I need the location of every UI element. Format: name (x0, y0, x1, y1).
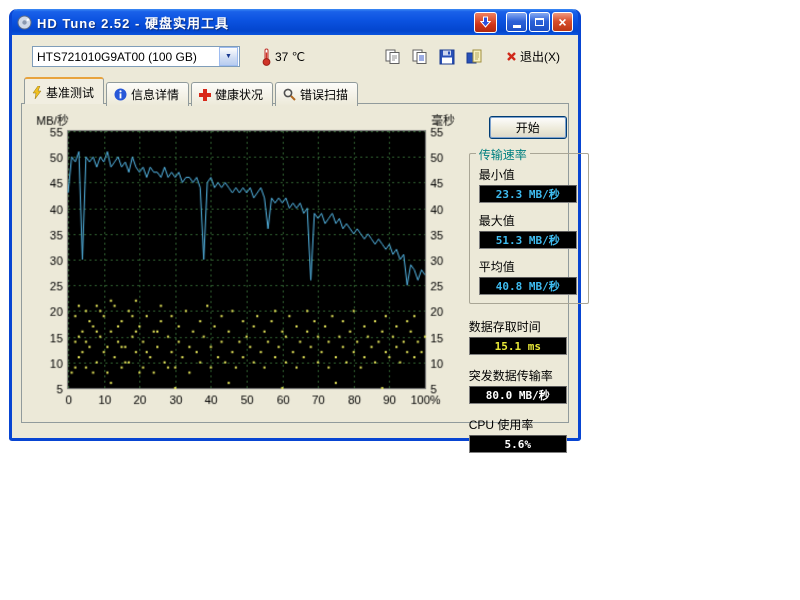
tab-health-label: 健康状况 (215, 86, 263, 103)
tab-info[interactable]: 信息详情 (106, 82, 189, 106)
access-time-value: 15.1 ms (469, 337, 567, 355)
max-value: 51.3 MB/秒 (479, 231, 577, 249)
health-cross-icon (199, 89, 211, 101)
maximize-button[interactable] (529, 12, 550, 32)
min-stat: 最小值 23.3 MB/秒 (479, 166, 579, 203)
thermometer-icon (262, 48, 271, 66)
copy-icon (385, 49, 401, 65)
burst-rate-stat: 突发数据传输率 80.0 MB/秒 (469, 367, 589, 404)
tab-benchmark[interactable]: 基准测试 (24, 77, 104, 104)
close-icon: × (558, 15, 566, 29)
access-time-stat: 数据存取时间 15.1 ms (469, 318, 589, 355)
copy-image-button[interactable] (382, 47, 404, 67)
app-icon (17, 15, 32, 30)
max-label: 最大值 (479, 212, 579, 229)
min-label: 最小值 (479, 166, 579, 183)
cpu-usage-stat: CPU 使用率 5.6% (469, 416, 589, 453)
benchmark-icon (32, 86, 42, 99)
download-button[interactable] (474, 12, 497, 33)
transfer-rate-group: 传输速率 最小值 23.3 MB/秒 最大值 51.3 MB/秒 平均值 40.… (469, 153, 589, 304)
temperature-label: 37 ℃ (275, 50, 305, 64)
save-button[interactable] (436, 47, 458, 67)
min-value: 23.3 MB/秒 (479, 185, 577, 203)
access-time-label: 数据存取时间 (469, 318, 589, 335)
benchmark-page: 开始 传输速率 最小值 23.3 MB/秒 最大值 51.3 MB/秒 平均值 … (21, 103, 569, 423)
tab-info-label: 信息详情 (131, 86, 179, 103)
tab-error-scan[interactable]: 错误扫描 (275, 82, 358, 106)
benchmark-chart (32, 112, 459, 422)
cpu-usage-value: 5.6% (469, 435, 567, 453)
results-panel: 开始 传输速率 最小值 23.3 MB/秒 最大值 51.3 MB/秒 平均值 … (469, 112, 589, 422)
minimize-icon (513, 25, 521, 28)
drive-select[interactable]: HTS721010G9AT00 (100 GB) ▼ (32, 46, 240, 67)
tab-benchmark-label: 基准测试 (46, 84, 94, 101)
titlebar-buttons: × (474, 12, 573, 33)
toolbar: HTS721010G9AT00 (100 GB) ▼ 37 ℃ (12, 35, 578, 71)
copy-text-icon (412, 49, 428, 65)
burst-rate-value: 80.0 MB/秒 (469, 386, 567, 404)
max-stat: 最大值 51.3 MB/秒 (479, 212, 579, 249)
down-arrow-icon (480, 16, 491, 28)
exit-x-icon (506, 51, 517, 62)
magnifier-icon (283, 88, 296, 101)
exit-label: 退出(X) (520, 48, 560, 65)
hdtune-window: HD Tune 2.52 - 硬盘实用工具 × HTS721010G9AT00 … (9, 9, 581, 441)
window-title: HD Tune 2.52 - 硬盘实用工具 (37, 13, 229, 32)
cpu-usage-label: CPU 使用率 (469, 416, 589, 433)
tab-health[interactable]: 健康状况 (191, 82, 273, 106)
transfer-rate-title: 传输速率 (476, 146, 530, 163)
exit-button[interactable]: 退出(X) (504, 48, 562, 65)
burst-rate-label: 突发数据传输率 (469, 367, 589, 384)
avg-value: 40.8 MB/秒 (479, 277, 577, 295)
save-icon (439, 49, 455, 65)
avg-label: 平均值 (479, 258, 579, 275)
tab-bar: 基准测试 信息详情 健康状况 (12, 77, 578, 104)
close-button[interactable]: × (552, 12, 573, 32)
save-text-button[interactable] (463, 47, 485, 67)
info-icon (114, 88, 127, 101)
maximize-icon (535, 18, 544, 26)
tab-error-scan-label: 错误扫描 (300, 86, 348, 103)
toolbar-icons: 退出(X) (382, 47, 562, 67)
temperature-indicator: 37 ℃ (262, 48, 305, 66)
chevron-down-icon[interactable]: ▼ (219, 47, 238, 66)
drive-select-value: HTS721010G9AT00 (100 GB) (33, 50, 218, 64)
minimize-button[interactable] (506, 12, 527, 32)
copy-text-button[interactable] (409, 47, 431, 67)
avg-stat: 平均值 40.8 MB/秒 (479, 258, 579, 295)
start-button[interactable]: 开始 (489, 116, 567, 139)
save-text-icon (466, 49, 482, 65)
titlebar: HD Tune 2.52 - 硬盘实用工具 × (12, 9, 578, 35)
